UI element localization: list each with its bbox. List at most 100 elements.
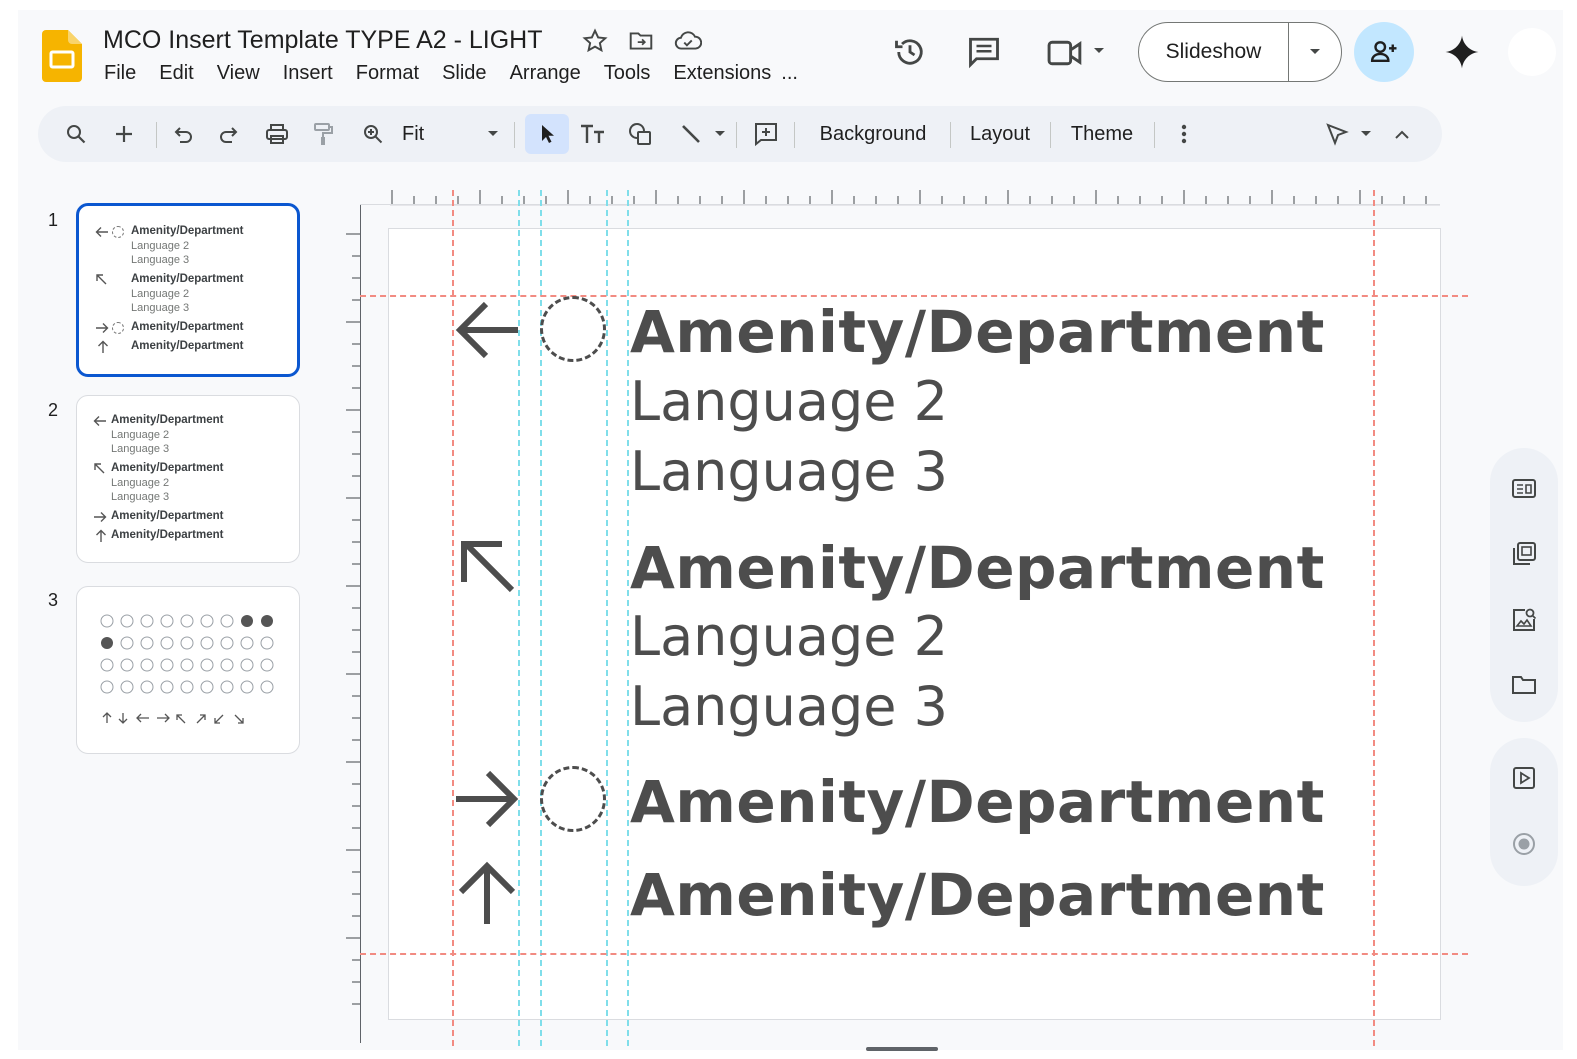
menu-extensions[interactable]: Extensions (673, 62, 771, 85)
insert-image-shape-button[interactable] (626, 106, 656, 162)
print-button[interactable] (262, 106, 292, 162)
background-button[interactable]: Background (810, 106, 936, 162)
chevron-down-icon[interactable] (1092, 46, 1106, 56)
placeholder-circle[interactable] (540, 296, 606, 362)
image-search-icon[interactable] (1510, 606, 1538, 634)
add-comment-button[interactable] (750, 106, 782, 162)
arrow-up-icon (96, 529, 106, 542)
shapes-icon (629, 123, 651, 145)
menu-arrange[interactable]: Arrange (510, 62, 581, 85)
cloud-saved-icon[interactable] (674, 28, 702, 54)
guide-line[interactable] (606, 190, 608, 1046)
pointer-mode-button[interactable] (1322, 106, 1352, 162)
slide-thumbnail-1[interactable]: Amenity/Department Language 2 Language 3… (76, 203, 300, 377)
menu-bar: File Edit View Insert Format Slide Arran… (104, 62, 821, 85)
meet-camera-icon[interactable] (1046, 36, 1086, 70)
slide-thumbnail-3[interactable] (76, 586, 300, 754)
slide-text-title[interactable]: Amenity/Department (630, 298, 1325, 366)
more-vert-icon (1181, 124, 1187, 144)
undo-button[interactable] (168, 106, 198, 162)
slide-text-line[interactable]: Language 2 (630, 605, 948, 668)
slideshow-options-button[interactable] (1289, 47, 1341, 57)
slides-logo-icon[interactable] (42, 30, 82, 82)
redo-button[interactable] (214, 106, 244, 162)
zoom-button[interactable] (358, 106, 388, 162)
thumb-text: Language 3 (111, 443, 170, 455)
menu-more[interactable]: ... (781, 62, 798, 85)
menu-edit[interactable]: Edit (159, 62, 193, 85)
thumb-text: Amenity/Department (131, 321, 244, 333)
arrow-left-icon[interactable] (452, 297, 522, 363)
pointer-icon (1326, 123, 1349, 146)
paint-format-button[interactable] (308, 106, 338, 162)
slideshow-button[interactable]: Slideshow (1139, 23, 1289, 81)
gemini-spark-icon[interactable] (1444, 34, 1480, 70)
keep-stack-icon[interactable] (1510, 540, 1538, 568)
menu-file[interactable]: File (104, 62, 136, 85)
arrow-right-icon (94, 512, 107, 522)
thumb-text: Language 3 (111, 491, 170, 503)
speaker-notes-handle[interactable] (866, 1047, 938, 1051)
slideshow-play-icon[interactable] (1510, 764, 1538, 792)
arrow-up-icon[interactable] (454, 858, 520, 926)
undo-icon (174, 127, 192, 143)
arrow-up-left-icon[interactable] (458, 538, 518, 594)
placeholder-circle (112, 226, 124, 238)
search-menus-button[interactable] (62, 106, 90, 162)
menu-insert[interactable]: Insert (283, 62, 333, 85)
version-history-icon[interactable] (892, 34, 928, 70)
comments-icon[interactable] (966, 34, 1002, 70)
menu-tools[interactable]: Tools (604, 62, 651, 85)
thumb-text: Amenity/Department (111, 462, 224, 474)
folder-icon[interactable] (1510, 672, 1538, 698)
guide-line[interactable] (1373, 190, 1375, 1046)
arrow-right-icon[interactable] (452, 766, 522, 832)
slide-template-icon[interactable] (1510, 476, 1538, 502)
menu-view[interactable]: View (217, 62, 260, 85)
share-button[interactable] (1354, 22, 1414, 82)
vertical-ruler[interactable] (344, 232, 360, 1012)
pointer-mode-options-button[interactable] (1358, 106, 1374, 162)
zoom-in-icon (364, 125, 383, 144)
text-box-button[interactable] (578, 106, 608, 162)
slideshow-button-group: Slideshow (1138, 22, 1342, 82)
text-box-icon (581, 124, 604, 143)
slide-thumbnail-2[interactable]: Amenity/Department Language 2 Language 3… (76, 395, 300, 563)
arrow-left-icon (95, 227, 108, 237)
slide-text-title[interactable]: Amenity/Department (630, 534, 1325, 602)
line-icon (682, 125, 700, 143)
more-options-button[interactable] (1170, 106, 1198, 162)
new-slide-button[interactable] (110, 106, 138, 162)
line-tool-button[interactable] (676, 106, 706, 162)
select-tool-button[interactable] (525, 114, 569, 154)
star-icon[interactable] (582, 28, 608, 54)
slide-text-line[interactable]: Language 2 (630, 370, 948, 433)
slide-text-line[interactable]: Language 3 (630, 675, 948, 738)
zoom-value: Fit (402, 122, 425, 145)
slide-number: 1 (48, 210, 59, 230)
document-title[interactable]: MCO Insert Template TYPE A2 - LIGHT (103, 26, 543, 55)
move-folder-icon[interactable] (628, 28, 654, 54)
slide-text-title[interactable]: Amenity/Department (630, 861, 1325, 929)
guide-line[interactable] (360, 295, 1468, 297)
record-icon[interactable] (1510, 830, 1538, 858)
guide-line[interactable] (627, 190, 629, 1046)
zoom-select[interactable]: Fit (402, 106, 512, 162)
slide-text-line[interactable]: Language 3 (630, 440, 948, 503)
collapse-toolbar-button[interactable] (1388, 106, 1416, 162)
layout-button[interactable]: Layout (960, 106, 1040, 162)
thumb-text: Amenity/Department (131, 340, 244, 352)
arrow-left-icon (93, 416, 106, 426)
menu-format[interactable]: Format (356, 62, 419, 85)
account-avatar[interactable] (1508, 28, 1556, 76)
line-options-button[interactable] (712, 106, 728, 162)
slide-text-title[interactable]: Amenity/Department (630, 768, 1325, 836)
chevron-down-icon (1310, 49, 1320, 54)
theme-button[interactable]: Theme (1062, 106, 1142, 162)
thumb-text: Language 2 (111, 429, 170, 441)
menu-slide[interactable]: Slide (442, 62, 486, 85)
add-person-icon (1370, 41, 1397, 62)
guide-line[interactable] (360, 953, 1468, 955)
placeholder-circle[interactable] (540, 766, 606, 832)
horizontal-ruler[interactable] (390, 188, 1440, 206)
